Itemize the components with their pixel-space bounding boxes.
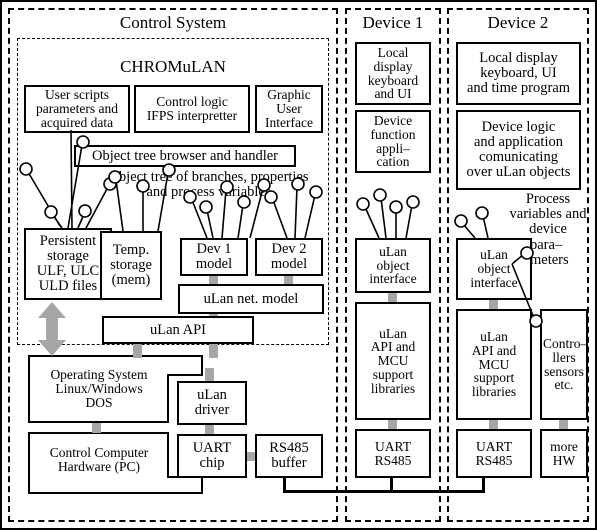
diagram-canvas: Control System Device 1 Device 2 CHROMuL… [0, 0, 597, 530]
box-d2-uart-rs485-label: UART RS485 [475, 438, 513, 468]
box-d2-device-logic-label: Device logic and application comunicatin… [466, 119, 571, 180]
chromulan-title: CHROMuLAN [120, 57, 226, 76]
column-title-device2: Device 2 [487, 13, 549, 32]
box-d1-ulan-api-mcu[interactable]: uLan API and MCU support libraries [355, 302, 431, 420]
box-dev1-model-label: Dev 1 model [195, 241, 233, 272]
box-dev2-model-label: Dev 2 model [270, 241, 308, 272]
box-uart-chip[interactable]: UART chip [177, 434, 247, 478]
connector-stud-os-hw [92, 423, 101, 433]
box-d1-ulan-api-mcu-label: uLan API and MCU support libraries [370, 325, 416, 396]
connector-stud-ulan-api-driver [133, 344, 142, 358]
box-ulan-driver-label: uLan driver [194, 387, 230, 418]
box-ulan-net-model[interactable]: uLan net. model [178, 284, 324, 314]
box-d2-uart-rs485[interactable]: UART RS485 [456, 429, 532, 478]
box-d1-device-function-label: Device function appli– cation [370, 112, 416, 170]
box-d2-ulan-api-mcu-label: uLan API and MCU support libraries [471, 329, 517, 400]
connector-stud-ulan-api [209, 344, 218, 358]
box-graphic-user-interface[interactable]: Graphic User Interface [255, 85, 323, 133]
box-control-logic[interactable]: Control logic IFPS interpretter [134, 85, 250, 133]
box-uart-chip-label: UART chip [192, 440, 232, 471]
lollipop-group-control-system [19, 129, 323, 239]
box-d1-ulan-object-interface-label: uLan object interface [369, 243, 417, 287]
box-rs485-buffer-label: RS485 buffer [269, 440, 309, 471]
box-control-logic-label: Control logic IFPS interpretter [146, 94, 238, 123]
box-d2-device-logic[interactable]: Device logic and application comunicatin… [456, 110, 581, 190]
box-operating-system-label[interactable]: Operating System Linux/Windows DOS [30, 367, 168, 410]
box-temp-storage-label: Temp. storage (mem) [110, 242, 152, 288]
box-d1-uart-rs485-label: UART RS485 [374, 438, 412, 468]
box-user-scripts[interactable]: User scripts parameters and acquired dat… [24, 85, 130, 133]
box-persistent-storage[interactable]: Persistent storage ULF, ULC ULD files [24, 228, 112, 300]
bus-drop-device2-uart [482, 478, 485, 492]
box-dev2-model[interactable]: Dev 2 model [255, 238, 323, 276]
bidirectional-grey-arrow [38, 302, 66, 356]
box-ulan-driver[interactable]: uLan driver [177, 381, 247, 425]
box-d1-device-function[interactable]: Device function appli– cation [355, 110, 431, 173]
column-title-device1: Device 1 [362, 13, 424, 32]
bus-drop-device1-uart [390, 478, 393, 492]
box-gui-label: Graphic User Interface [265, 87, 313, 130]
lollipop-group-device1 [356, 188, 420, 239]
box-ulan-api[interactable]: uLan API [102, 316, 254, 344]
box-d1-ulan-object-interface[interactable]: uLan object interface [355, 238, 431, 293]
lollipop-group-device2 [454, 206, 543, 328]
box-rs485-buffer[interactable]: RS485 buffer [255, 434, 323, 478]
box-ulan-net-model-label: uLan net. model [203, 290, 299, 307]
box-d1-uart-rs485[interactable]: UART RS485 [355, 429, 431, 478]
box-dev1-model[interactable]: Dev 1 model [180, 238, 248, 276]
box-d2-controllers-label: Contro– llers sensors etc. [543, 335, 588, 393]
box-d1-local-display-label: Local display keyboard and UI [367, 44, 419, 102]
box-d2-local-display-label: Local display keyboard, UI and time prog… [466, 50, 571, 96]
box-control-computer-label[interactable]: Control Computer Hardware (PC) [30, 445, 168, 474]
box-ulan-api-label: uLan API [150, 321, 206, 338]
box-user-scripts-label: User scripts parameters and acquired dat… [35, 87, 119, 130]
box-d1-local-display[interactable]: Local display keyboard and UI [355, 42, 431, 105]
box-d2-local-display[interactable]: Local display keyboard, UI and time prog… [456, 42, 581, 105]
connector-stud-os-driver [205, 368, 214, 382]
box-d2-more-hw-label: more HW [550, 438, 578, 468]
box-d2-more-hw[interactable]: more HW [540, 429, 588, 478]
box-temp-storage[interactable]: Temp. storage (mem) [100, 231, 162, 300]
box-persistent-storage-label: Persistent storage ULF, ULC ULD files [36, 233, 100, 294]
column-title-control-system: Control System [119, 13, 227, 32]
bus-line-rs485 [283, 490, 485, 493]
